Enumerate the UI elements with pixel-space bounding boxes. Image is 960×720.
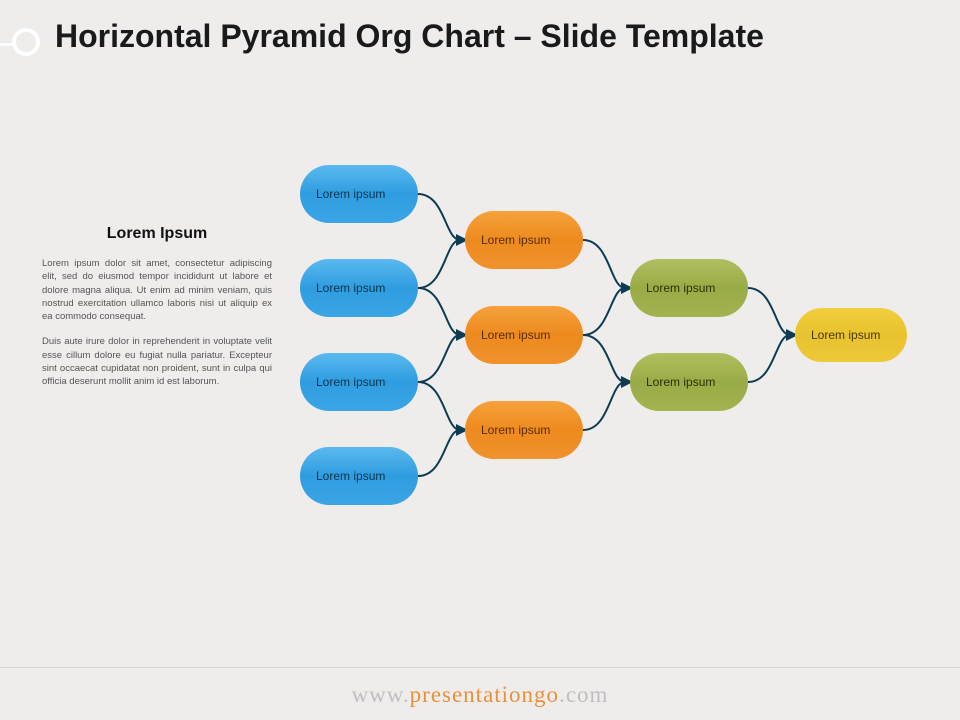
header-ring-icon [0, 20, 40, 70]
node-l2-2: Lorem ipsum [465, 306, 583, 364]
node-l2-3: Lorem ipsum [465, 401, 583, 459]
slide-title: Horizontal Pyramid Org Chart – Slide Tem… [55, 18, 764, 55]
footer-prefix: www. [352, 682, 410, 707]
sidebar-title: Lorem Ipsum [42, 225, 272, 243]
org-chart: Lorem ipsum Lorem ipsum Lorem ipsum Lore… [300, 160, 940, 580]
node-l3-1: Lorem ipsum [630, 259, 748, 317]
footer-suffix: .com [559, 682, 608, 707]
footer-accent: presentationgo [410, 682, 559, 707]
footer-url: www.presentationgo.com [0, 682, 960, 708]
node-l3-2: Lorem ipsum [630, 353, 748, 411]
node-l1-4: Lorem ipsum [300, 447, 418, 505]
sidebar-para-1: Lorem ipsum dolor sit amet, consectetur … [42, 257, 272, 323]
sidebar-text: Lorem Ipsum Lorem ipsum dolor sit amet, … [42, 225, 272, 401]
node-l1-2: Lorem ipsum [300, 259, 418, 317]
node-l1-3: Lorem ipsum [300, 353, 418, 411]
node-l4-1: Lorem ipsum [795, 308, 907, 362]
node-l1-1: Lorem ipsum [300, 165, 418, 223]
footer-divider [0, 667, 960, 668]
sidebar-para-2: Duis aute irure dolor in reprehenderit i… [42, 335, 272, 388]
node-l2-1: Lorem ipsum [465, 211, 583, 269]
